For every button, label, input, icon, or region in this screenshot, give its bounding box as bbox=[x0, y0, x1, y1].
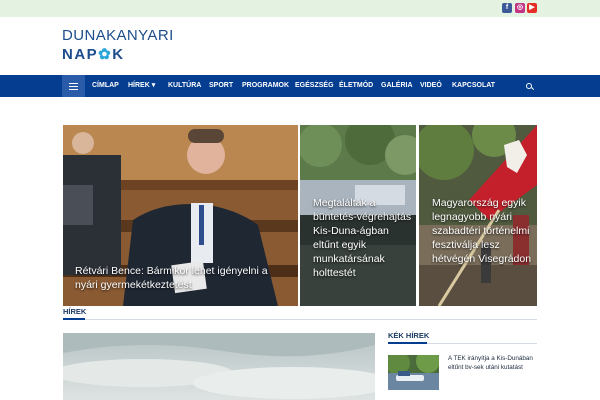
logo-sun-icon: ✿ bbox=[98, 46, 113, 63]
news-image bbox=[63, 333, 375, 400]
nav-item-video[interactable]: VIDEÓ bbox=[420, 75, 442, 97]
news-main-image[interactable] bbox=[63, 333, 375, 400]
menu-icon[interactable] bbox=[62, 75, 85, 97]
featured-title-1: Rétvári Bence: Bármikor lehet igényelni … bbox=[75, 265, 268, 291]
nav-item-egeszseg[interactable]: EGÉSZSÉG bbox=[295, 75, 334, 97]
sidebar-news-link[interactable]: A TEK irányítja a Kis-Dunában eltűnt bv-… bbox=[448, 354, 537, 372]
sidebar-underline bbox=[388, 342, 427, 344]
featured-card-3[interactable]: Magyarország egyik legnagyobb nyári szab… bbox=[419, 125, 537, 306]
instagram-icon[interactable]: ◎ bbox=[515, 3, 525, 13]
top-bar: f ◎ ▶ bbox=[0, 0, 600, 17]
main-nav: CÍMLAP HÍREK ▾ KULTÚRA SPORT PROGRAMOK E… bbox=[0, 75, 600, 97]
section-heading-hirek: HÍREK bbox=[63, 307, 87, 316]
nav-item-hirek[interactable]: HÍREK ▾ bbox=[128, 75, 155, 97]
logo-line-1: DUNAKANYARI bbox=[62, 27, 174, 44]
nav-item-kapcsolat[interactable]: KAPCSOLAT bbox=[452, 75, 495, 97]
nav-item-eletmod[interactable]: ÉLETMÓD bbox=[339, 75, 373, 97]
featured-title-2: Megtalálták a büntetés-végrehajtás Kis-D… bbox=[313, 197, 412, 279]
section-heading-kek-hirek: KÉK HÍREK bbox=[388, 331, 430, 340]
nav-item-programok[interactable]: PROGRAMOK bbox=[242, 75, 289, 97]
featured-title-3: Magyarország egyik legnagyobb nyári szab… bbox=[432, 197, 532, 265]
facebook-icon[interactable]: f bbox=[502, 3, 512, 13]
featured-card-1[interactable]: Rétvári Bence: Bármikor lehet igényelni … bbox=[63, 125, 298, 306]
sidebar-image bbox=[388, 355, 439, 390]
nav-item-sport[interactable]: SPORT bbox=[209, 75, 233, 97]
featured-card-2[interactable]: Megtalálták a büntetés-végrehajtás Kis-D… bbox=[300, 125, 416, 306]
nav-item-galeria[interactable]: GALÉRIA bbox=[381, 75, 413, 97]
search-icon[interactable] bbox=[526, 83, 532, 89]
logo-line-2: NAP✿K bbox=[62, 46, 125, 63]
nav-item-cimlap[interactable]: CÍMLAP bbox=[92, 75, 119, 97]
nav-item-kultura[interactable]: KULTÚRA bbox=[168, 75, 201, 97]
sidebar-thumbnail[interactable] bbox=[388, 355, 439, 390]
section-underline bbox=[63, 318, 85, 320]
youtube-icon[interactable]: ▶ bbox=[527, 3, 537, 13]
section-divider bbox=[63, 319, 537, 320]
